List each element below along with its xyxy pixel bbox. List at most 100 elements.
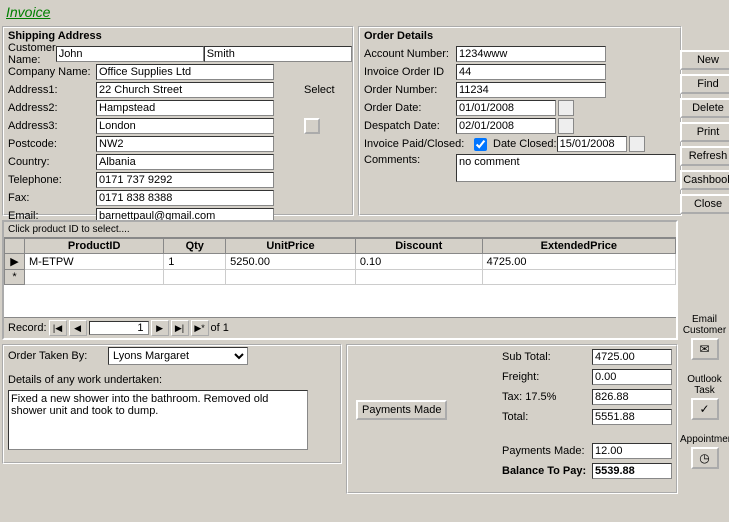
fax-label: Fax: xyxy=(8,192,96,204)
record-navigator: Record: |◀ ◀ ▶ ▶| ▶* of 1 xyxy=(4,317,676,338)
order-panel: Order Details Account Number: Invoice Or… xyxy=(358,26,682,216)
telephone-label: Telephone: xyxy=(8,174,96,186)
nav-first-button[interactable]: |◀ xyxy=(49,320,67,336)
tax-label: Tax: 17.5% xyxy=(502,391,592,403)
col-productid[interactable]: ProductID xyxy=(25,239,164,254)
despatch-label: Despatch Date: xyxy=(364,120,456,132)
col-discount[interactable]: Discount xyxy=(355,239,482,254)
customer-label: Customer Name: xyxy=(8,42,56,66)
freight-label: Freight: xyxy=(502,371,592,383)
order-heading: Order Details xyxy=(364,30,676,42)
payments-made-button[interactable]: Payments Made xyxy=(356,400,447,420)
nav-new-button[interactable]: ▶* xyxy=(191,320,209,336)
addr1-input[interactable] xyxy=(96,82,274,98)
email-customer-button[interactable]: ✉ xyxy=(691,338,719,360)
addr2-input[interactable] xyxy=(96,100,274,116)
country-label: Country: xyxy=(8,156,96,168)
cashbook-button[interactable]: Cashbook xyxy=(680,170,729,190)
product-grid-panel: Click product ID to select.... ProductID… xyxy=(2,220,678,340)
cell-productid[interactable]: M-ETPW xyxy=(25,254,164,270)
despatch-input[interactable] xyxy=(456,118,556,134)
total-label: Total: xyxy=(502,411,592,423)
new-button[interactable]: New xyxy=(680,50,729,70)
balance-label: Balance To Pay: xyxy=(502,465,592,477)
delete-button[interactable]: Delete xyxy=(680,98,729,118)
col-unitprice[interactable]: UnitPrice xyxy=(226,239,356,254)
postcode-input[interactable] xyxy=(96,136,274,152)
addr3-label: Address3: xyxy=(8,120,96,132)
close-button[interactable]: Close xyxy=(680,194,729,214)
work-details-input[interactable]: Fixed a new shower into the bathroom. Re… xyxy=(8,390,308,450)
tax-input xyxy=(592,389,672,405)
email-customer-label: Email Customer xyxy=(680,314,729,336)
record-number-input[interactable] xyxy=(89,321,149,335)
nav-prev-button[interactable]: ◀ xyxy=(69,320,87,336)
cell-unitprice[interactable]: 5250.00 xyxy=(226,254,356,270)
row-indicator: ▶ xyxy=(5,254,25,270)
shipping-heading: Shipping Address xyxy=(8,30,348,42)
company-label: Company Name: xyxy=(8,66,96,78)
totals-panel: Payments Made Sub Total: Freight: Tax: 1… xyxy=(346,344,678,494)
order-taken-label: Order Taken By: xyxy=(8,350,108,362)
print-button[interactable]: Print xyxy=(680,122,729,142)
subtotal-label: Sub Total: xyxy=(502,351,592,363)
telephone-input[interactable] xyxy=(96,172,274,188)
addr2-label: Address2: xyxy=(8,102,96,114)
work-details-label: Details of any work undertaken: xyxy=(8,374,336,386)
freight-input[interactable] xyxy=(592,369,672,385)
order-date-label: Order Date: xyxy=(364,102,456,114)
balance-input xyxy=(592,463,672,479)
new-row-indicator: * xyxy=(5,270,25,285)
table-new-row[interactable]: * xyxy=(5,270,676,285)
cell-qty[interactable]: 1 xyxy=(164,254,226,270)
refresh-button[interactable]: Refresh xyxy=(680,146,729,166)
fax-input[interactable] xyxy=(96,190,274,206)
order-date-input[interactable] xyxy=(456,100,556,116)
country-input[interactable] xyxy=(96,154,274,170)
shipping-panel: Shipping Address Customer Name: Company … xyxy=(2,26,354,216)
comments-input[interactable]: no comment xyxy=(456,154,676,182)
calendar-icon[interactable] xyxy=(629,136,645,152)
select-button[interactable]: Select xyxy=(304,84,335,96)
row-header-blank xyxy=(5,239,25,254)
page-title: Invoice xyxy=(0,0,56,24)
lookup-button[interactable] xyxy=(304,118,320,134)
payments-made-input xyxy=(592,443,672,459)
appointment-button[interactable]: ◷ xyxy=(691,447,719,469)
account-input[interactable] xyxy=(456,46,606,62)
cell-extended[interactable]: 4725.00 xyxy=(482,254,675,270)
product-grid: ProductID Qty UnitPrice Discount Extende… xyxy=(4,238,676,285)
order-num-label: Order Number: xyxy=(364,84,456,96)
order-num-input[interactable] xyxy=(456,82,606,98)
grid-hint: Click product ID to select.... xyxy=(4,222,676,238)
comments-label: Comments: xyxy=(364,154,456,166)
nav-next-button[interactable]: ▶ xyxy=(151,320,169,336)
order-taken-select[interactable]: Lyons Margaret xyxy=(108,347,248,365)
addr3-input[interactable] xyxy=(96,118,274,134)
find-button[interactable]: Find xyxy=(680,74,729,94)
col-extended[interactable]: ExtendedPrice xyxy=(482,239,675,254)
paid-closed-label: Invoice Paid/Closed: xyxy=(364,138,474,150)
calendar-icon[interactable] xyxy=(558,100,574,116)
paid-closed-checkbox[interactable] xyxy=(474,138,487,151)
record-of-text: of 1 xyxy=(211,322,229,334)
outlook-task-button[interactable]: ✓ xyxy=(691,398,719,420)
payments-made-label: Payments Made: xyxy=(502,445,592,457)
invoice-id-label: Invoice Order ID xyxy=(364,66,456,78)
company-input[interactable] xyxy=(96,64,274,80)
col-qty[interactable]: Qty xyxy=(164,239,226,254)
table-row[interactable]: ▶ M-ETPW 1 5250.00 0.10 4725.00 xyxy=(5,254,676,270)
date-closed-label: Date Closed: xyxy=(493,138,557,150)
appointment-label: Appointment xyxy=(680,434,729,445)
side-buttons: New Find Delete Print Refresh Cashbook C… xyxy=(680,0,729,471)
nav-last-button[interactable]: ▶| xyxy=(171,320,189,336)
invoice-id-input[interactable] xyxy=(456,64,606,80)
first-name-input[interactable] xyxy=(56,46,204,62)
record-label: Record: xyxy=(8,322,47,334)
cell-discount[interactable]: 0.10 xyxy=(355,254,482,270)
calendar-icon[interactable] xyxy=(558,118,574,134)
addr1-label: Address1: xyxy=(8,84,96,96)
last-name-input[interactable] xyxy=(204,46,352,62)
date-closed-input[interactable] xyxy=(557,136,627,152)
postcode-label: Postcode: xyxy=(8,138,96,150)
